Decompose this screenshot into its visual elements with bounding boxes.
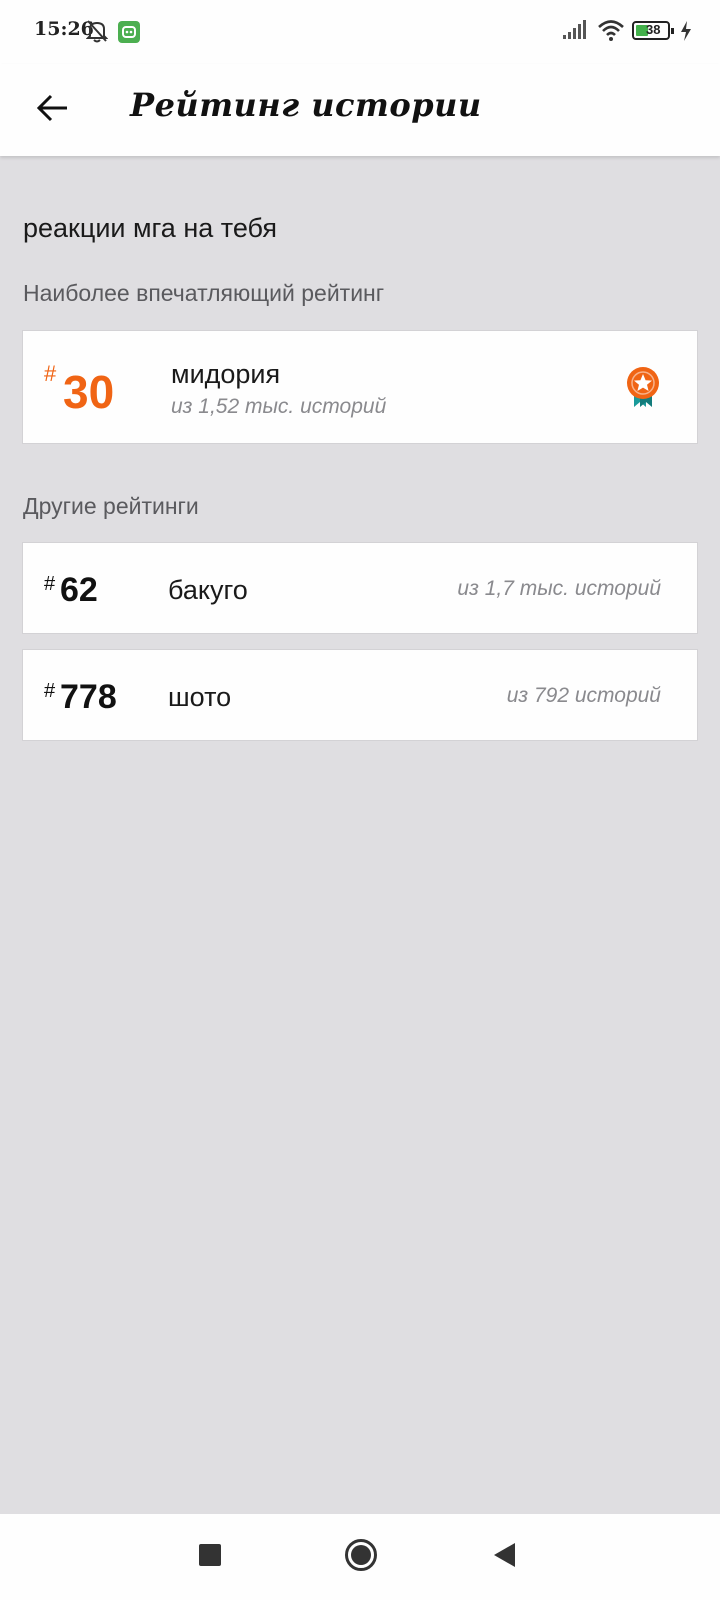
rank-hash: # <box>44 361 57 386</box>
tag-name: мидория <box>171 359 281 389</box>
story-count: из 1,52 тыс. историй <box>171 395 387 418</box>
ranking-row[interactable]: # 62 бакуго из 1,7 тыс. историй <box>22 542 698 634</box>
wifi-icon <box>597 18 625 47</box>
award-medal-icon <box>625 365 661 414</box>
arrow-left-icon <box>36 94 67 122</box>
recent-apps-icon[interactable] <box>199 1544 221 1566</box>
rank-number: 62 <box>60 571 98 609</box>
rank-hash: # <box>44 680 56 702</box>
app-notification-icon <box>118 21 140 43</box>
ranking-row[interactable]: # 778 шото из 792 историй <box>22 649 698 741</box>
battery-percent: 38 <box>646 22 661 37</box>
tag-name: бакуго <box>168 575 248 605</box>
charging-icon <box>680 21 692 46</box>
rank-hash: # <box>44 573 56 595</box>
bell-off-icon <box>85 19 109 48</box>
tag-name: шото <box>168 682 232 712</box>
app-header: Рейтинг истории <box>0 64 720 156</box>
system-nav-bar <box>0 1514 720 1600</box>
page-title: Рейтинг истории <box>130 86 482 124</box>
story-title: реакции мга на тебя <box>23 213 278 243</box>
top-ranking-card[interactable]: # 30 мидория из 1,52 тыс. историй <box>22 330 698 444</box>
story-count: из 792 историй <box>506 684 661 707</box>
back-button[interactable] <box>28 84 76 132</box>
status-time: 15:26 <box>34 18 94 40</box>
signal-icon <box>563 20 589 45</box>
section-label-top-ranking: Наиболее впечатляющий рейтинг <box>23 280 385 306</box>
rank-number: 778 <box>60 678 117 716</box>
section-label-other-rankings: Другие рейтинги <box>23 493 199 519</box>
back-triangle-icon[interactable] <box>494 1543 515 1567</box>
home-icon[interactable] <box>345 1539 377 1571</box>
battery-icon: 38 <box>632 21 674 40</box>
rank-number: 30 <box>63 366 115 418</box>
story-count: из 1,7 тыс. историй <box>457 577 661 600</box>
status-bar: 15:26 38 <box>0 0 720 64</box>
